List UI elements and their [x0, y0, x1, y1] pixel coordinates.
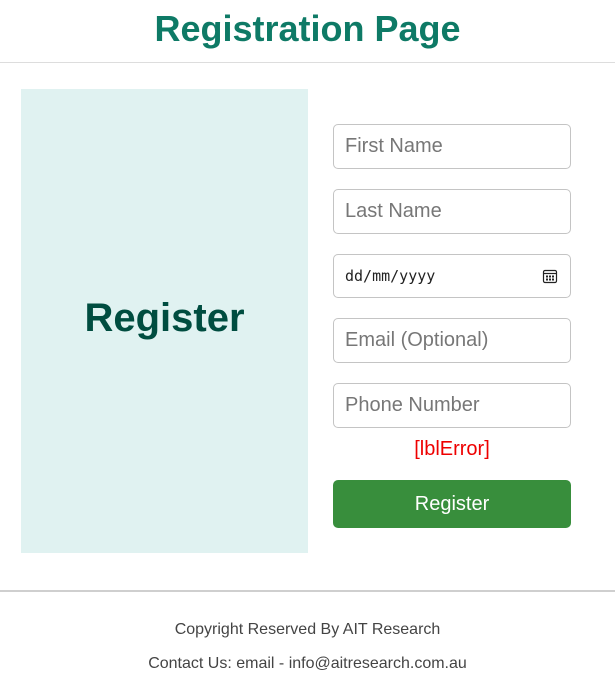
first-name-input[interactable] — [333, 124, 571, 169]
register-side-panel: Register — [21, 89, 308, 553]
footer-divider — [0, 590, 615, 592]
date-of-birth-input[interactable]: dd/mm/yyyy — [333, 254, 571, 298]
side-panel-title: Register — [84, 296, 245, 340]
footer-copyright: Copyright Reserved By AIT Research — [174, 621, 441, 638]
page-title: Registration Page — [154, 8, 461, 49]
register-button[interactable]: Register — [333, 480, 571, 528]
date-placeholder: dd/mm/yyyy — [345, 267, 436, 285]
email-input[interactable] — [333, 318, 571, 363]
footer-contact: Contact Us: email - info@aitresearch.com… — [148, 655, 467, 672]
error-label: [lblError] — [414, 438, 490, 460]
last-name-input[interactable] — [333, 189, 571, 234]
registration-page: Registration Page Register dd/mm/yyyy [l… — [0, 0, 615, 684]
phone-number-input[interactable] — [333, 383, 571, 428]
calendar-icon[interactable] — [542, 268, 558, 284]
page-header: Registration Page — [0, 0, 615, 63]
